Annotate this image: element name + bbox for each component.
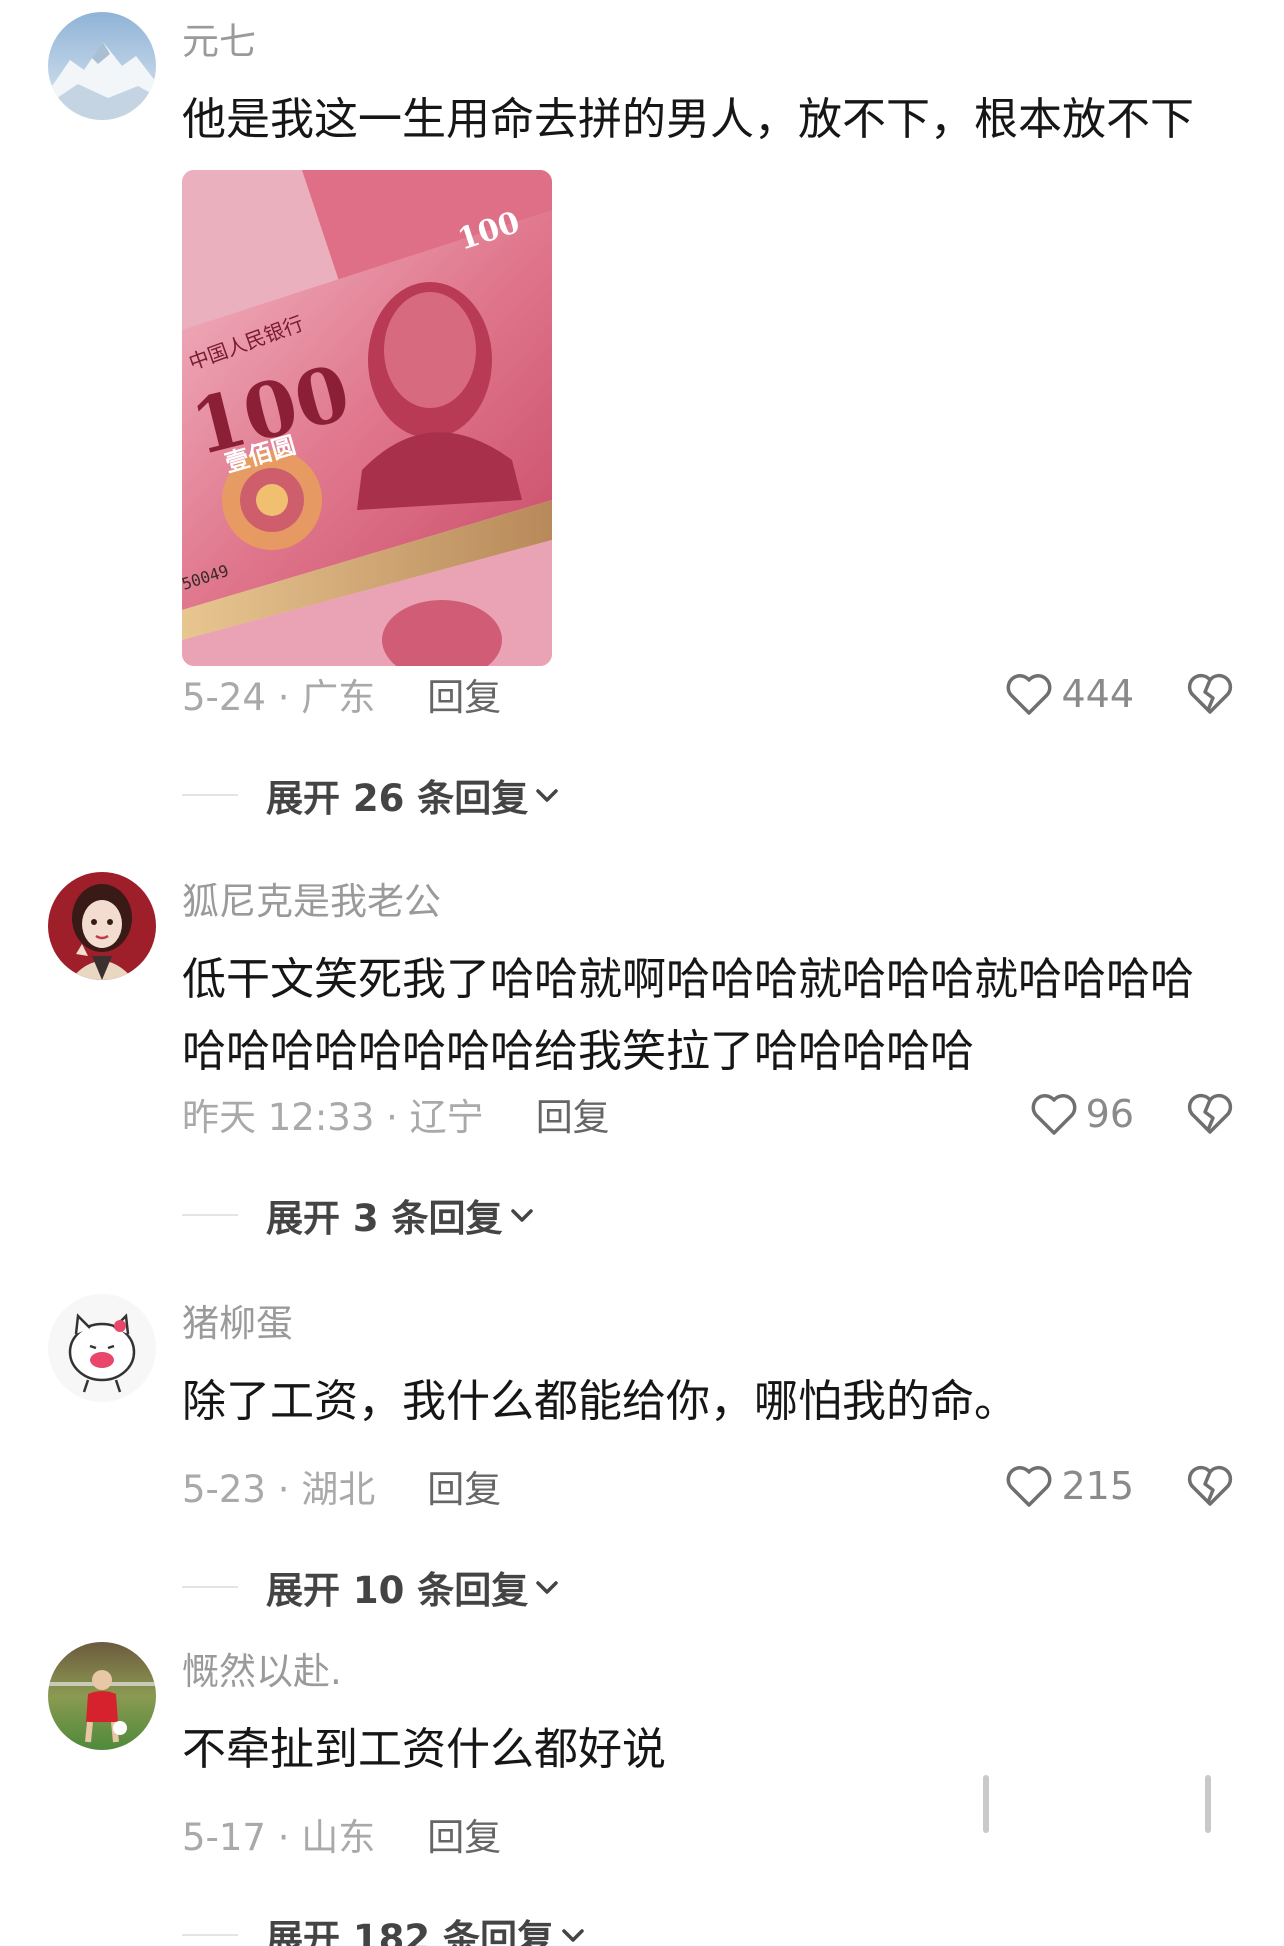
expand-replies-label: 展开 26 条回复 <box>266 777 529 820</box>
soccer-player-avatar-image <box>48 1642 156 1750</box>
like-button[interactable]: 444 <box>1005 666 1134 722</box>
comment-text: 低干文笑死我了哈哈就啊哈哈哈就哈哈哈就哈哈哈哈哈哈哈哈哈哈哈哈给我笑拉了哈哈哈哈… <box>182 954 1194 1077</box>
broken-heart-icon[interactable] <box>1186 1090 1234 1138</box>
comment-meta: 5-17 · 山东 回复 <box>182 1806 501 1862</box>
avatar[interactable] <box>48 872 156 980</box>
comment-text: 除了工资，我什么都能给你，哪怕我的命。 <box>182 1376 1018 1427</box>
username[interactable]: 慨然以赴. <box>182 1650 342 1694</box>
expand-replies-button[interactable]: 展开 182 条回复 <box>182 1910 588 1946</box>
expand-replies-button[interactable]: 展开 26 条回复 <box>182 770 562 820</box>
girl-avatar-image <box>48 872 156 980</box>
like-count: 444 <box>1061 672 1134 716</box>
divider <box>182 1586 238 1588</box>
comment-text: 不牵扯到工资什么都好说 <box>182 1724 666 1775</box>
expand-replies-button[interactable]: 展开 10 条回复 <box>182 1562 562 1612</box>
chevron-down-icon <box>536 1581 559 1594</box>
comment-list: 元七 他是我这一生用命去拼的男人，放不下，根本放不下 100 100 中国人民银… <box>0 0 1284 1946</box>
like-button[interactable]: 96 <box>1030 1086 1134 1142</box>
like-button[interactable]: 215 <box>1005 1458 1134 1514</box>
reply-button[interactable]: 回复 <box>427 1807 501 1861</box>
divider <box>182 1934 238 1936</box>
expand-replies-label: 展开 10 条回复 <box>266 1569 529 1612</box>
reply-button[interactable]: 回复 <box>536 1087 610 1141</box>
reply-button[interactable]: 回复 <box>427 667 501 721</box>
comment-date-location: 5-23 · 湖北 <box>182 1468 376 1511</box>
scroll-indicator-left <box>983 1775 989 1833</box>
cartoon-cat-avatar-image <box>48 1294 156 1402</box>
chevron-down-icon <box>510 1209 533 1222</box>
avatar[interactable] <box>48 1294 156 1402</box>
heart-outline-icon <box>1007 674 1052 715</box>
comment-date-location: 5-24 · 广东 <box>182 676 376 719</box>
comment-date-location: 5-17 · 山东 <box>182 1816 376 1859</box>
comment-meta: 昨天 12:33 · 辽宁 回复 <box>182 1086 610 1142</box>
heart-outline-icon <box>1031 1094 1077 1135</box>
expand-replies-button[interactable]: 展开 3 条回复 <box>182 1190 537 1240</box>
like-count: 215 <box>1061 1464 1134 1508</box>
reply-button[interactable]: 回复 <box>427 1459 501 1513</box>
comment-text: 他是我这一生用命去拼的男人，放不下，根本放不下 <box>182 94 1194 145</box>
divider <box>182 794 238 796</box>
username[interactable]: 猪柳蛋 <box>182 1302 293 1346</box>
username[interactable]: 元七 <box>182 20 256 64</box>
banknote-image: 100 100 中国人民银行 壹佰圆 50049 <box>182 170 552 666</box>
avatar[interactable] <box>48 12 156 120</box>
expand-replies-label: 展开 182 条回复 <box>266 1917 554 1946</box>
comment-image[interactable]: 100 100 中国人民银行 壹佰圆 50049 <box>182 170 552 666</box>
broken-heart-icon[interactable] <box>1186 1462 1234 1510</box>
like-count: 96 <box>1085 1092 1134 1136</box>
broken-heart-icon[interactable] <box>1186 670 1234 718</box>
comment-meta: 5-23 · 湖北 回复 <box>182 1458 501 1514</box>
heart-outline-icon <box>1007 1466 1052 1507</box>
divider <box>182 1214 238 1216</box>
avatar[interactable] <box>48 1642 156 1750</box>
expand-replies-label: 展开 3 条回复 <box>266 1197 503 1240</box>
comment-date-location: 昨天 12:33 · 辽宁 <box>182 1096 484 1139</box>
username[interactable]: 狐尼克是我老公 <box>182 880 441 924</box>
chevron-down-icon <box>562 1929 584 1942</box>
scroll-indicator-right <box>1205 1775 1211 1833</box>
comment-meta: 5-24 · 广东 回复 <box>182 666 501 722</box>
chevron-down-icon <box>536 789 559 802</box>
mountain-avatar-image <box>48 12 156 120</box>
